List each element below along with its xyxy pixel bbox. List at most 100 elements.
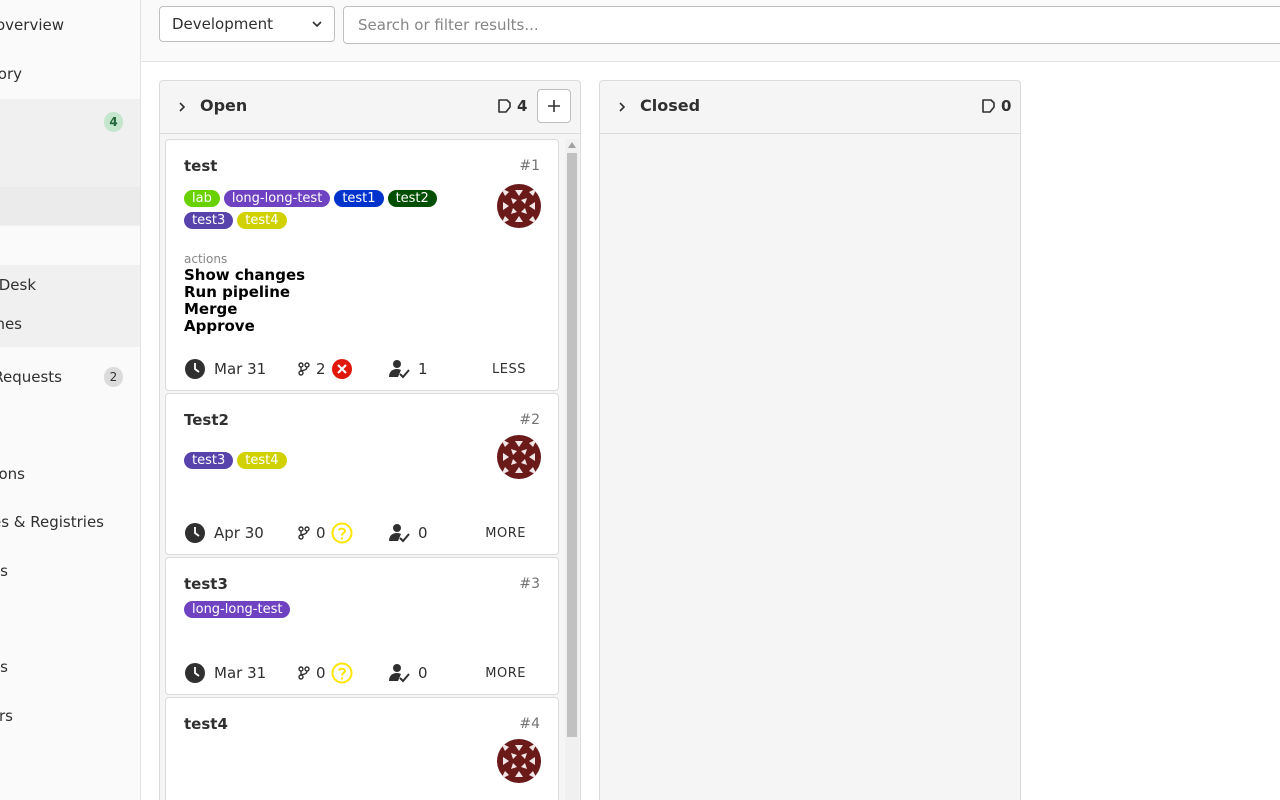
merge-request-count: 2 <box>316 360 326 378</box>
list-header: Open 4 <box>160 81 580 134</box>
label-badge[interactable]: long-long-test <box>223 190 331 207</box>
action-merge[interactable]: Merge <box>184 301 305 318</box>
sidebar-item-label: Desk <box>0 276 36 294</box>
sidebar-item-label: s <box>0 658 8 676</box>
action-approve[interactable]: Approve <box>184 318 305 335</box>
sidebar-item-label: s <box>0 562 8 580</box>
issue-number: #2 <box>519 412 540 428</box>
card-footer: Mar 31 2 1 LESS <box>184 357 540 381</box>
sidebar-item-operations[interactable]: ons <box>0 456 140 492</box>
chevron-right-icon[interactable] <box>616 99 628 115</box>
list-title: Open <box>200 96 248 115</box>
action-run-pipeline[interactable]: Run pipeline <box>184 284 305 301</box>
sidebar-item-label: es & Registries <box>0 513 104 531</box>
issue-title[interactable]: test4 <box>184 715 228 733</box>
label-badge[interactable]: test2 <box>387 190 437 207</box>
scroll-up-arrow[interactable] <box>568 142 576 148</box>
board-select-value: Development <box>172 15 273 33</box>
merge-request-icon <box>298 526 310 540</box>
issue-card[interactable]: Test2 #2 test3 test4 Apr 30 0 0 MORE <box>165 393 559 555</box>
issue-title[interactable]: test <box>184 157 217 175</box>
sidebar: overview ory 4 Desk nes Requests 2 ons e… <box>0 0 141 800</box>
actions-heading: actions <box>184 252 228 266</box>
search-placeholder: Search or filter results... <box>358 16 539 34</box>
issue-number: #1 <box>519 158 540 174</box>
label-badge[interactable]: test1 <box>334 190 384 207</box>
avatar[interactable] <box>497 184 541 228</box>
sidebar-item-active[interactable] <box>0 187 140 225</box>
clock-icon <box>185 523 205 543</box>
merge-requests[interactable]: 0 <box>298 522 353 544</box>
sidebar-item-label: nes <box>0 315 22 333</box>
merge-request-count: 0 <box>316 524 326 542</box>
sidebar-item-snippets[interactable]: s <box>0 649 140 685</box>
sidebar-item-label: ory <box>0 65 22 83</box>
board-list-open: Open 4 test #1 lab long-long-test test1 tes… <box>159 80 581 800</box>
sidebar-item-analytics[interactable]: s <box>0 553 140 589</box>
due-date-value: Mar 31 <box>214 664 267 682</box>
due-date: Mar 31 <box>184 358 266 380</box>
issue-title[interactable]: Test2 <box>184 411 229 429</box>
less-button[interactable]: LESS <box>492 362 526 377</box>
label-badge[interactable]: test4 <box>237 452 287 469</box>
label-badge[interactable]: test3 <box>184 452 234 469</box>
scroll-thumb[interactable] <box>567 153 577 737</box>
sidebar-item-label: rs <box>0 707 13 725</box>
filter-bar: Development Search or filter results... <box>141 0 1280 62</box>
sidebar-item-members[interactable]: rs <box>0 698 140 734</box>
board-list-closed: Closed 0 <box>599 80 1021 800</box>
merge-request-icon <box>298 362 310 376</box>
sidebar-item-issues[interactable]: 4 <box>0 104 140 140</box>
chevron-right-icon[interactable] <box>176 99 188 115</box>
sidebar-item-repository[interactable]: ory <box>0 56 140 92</box>
due-date: Apr 30 <box>184 522 264 544</box>
more-button[interactable]: MORE <box>485 666 526 681</box>
issues-icon <box>982 99 995 113</box>
label-badge[interactable]: test4 <box>237 212 287 229</box>
sidebar-item-label: ons <box>0 465 25 483</box>
more-button[interactable]: MORE <box>485 526 526 541</box>
sidebar-item-overview[interactable]: overview <box>0 7 140 43</box>
merge-requests[interactable]: 2 <box>298 358 353 380</box>
merge-request-count: 0 <box>316 664 326 682</box>
board-select[interactable]: Development <box>159 6 335 42</box>
action-show-changes[interactable]: Show changes <box>184 267 305 284</box>
clock-icon <box>185 663 205 683</box>
sidebar-item-packages-registries[interactable]: es & Registries <box>0 504 140 540</box>
assignee-icon <box>389 360 410 379</box>
issue-card[interactable]: test3 #3 long-long-test Mar 31 0 0 MORE <box>165 557 559 695</box>
label-badge[interactable]: long-long-test <box>184 601 291 618</box>
issue-actions: actions Show changes Run pipeline Merge … <box>184 252 305 335</box>
search-input[interactable]: Search or filter results... <box>343 6 1280 44</box>
list-scrollbar[interactable] <box>565 139 579 800</box>
clock-icon <box>185 359 205 379</box>
sidebar-item-service-desk[interactable]: Desk <box>0 267 140 303</box>
avatar[interactable] <box>497 435 541 479</box>
issue-labels: long-long-test <box>184 601 474 618</box>
card-footer: Mar 31 0 0 MORE <box>184 661 540 685</box>
avatar-image <box>497 739 541 783</box>
label-badge[interactable]: test3 <box>184 212 234 229</box>
label-badge[interactable]: lab <box>184 190 220 207</box>
issue-card[interactable]: test4 #4 <box>165 697 559 800</box>
add-issue-button[interactable] <box>537 89 571 123</box>
issue-card[interactable]: test #1 lab long-long-test test1 test2 test3… <box>165 139 559 391</box>
sidebar-item-milestones[interactable]: nes <box>0 306 140 342</box>
merge-requests[interactable]: 0 <box>298 662 353 684</box>
assignee-icon <box>389 664 410 683</box>
avatar[interactable] <box>497 739 541 783</box>
due-date: Mar 31 <box>184 662 266 684</box>
list-issue-count: 0 <box>980 97 1011 115</box>
assignee-icon <box>389 524 410 543</box>
issue-number: #3 <box>519 576 540 592</box>
assignee-count: 0 <box>418 524 428 542</box>
assignee-count: 0 <box>418 664 428 682</box>
issue-labels: test3 test4 <box>184 452 474 469</box>
issue-title[interactable]: test3 <box>184 575 228 593</box>
assignees: 1 <box>388 359 428 379</box>
card-footer: Apr 30 0 0 MORE <box>184 521 540 545</box>
question-status-icon <box>331 662 353 684</box>
list-header: Closed 0 <box>600 81 1020 134</box>
sidebar-item-merge-requests[interactable]: Requests 2 <box>0 359 140 395</box>
list-count-value: 0 <box>1001 97 1012 115</box>
